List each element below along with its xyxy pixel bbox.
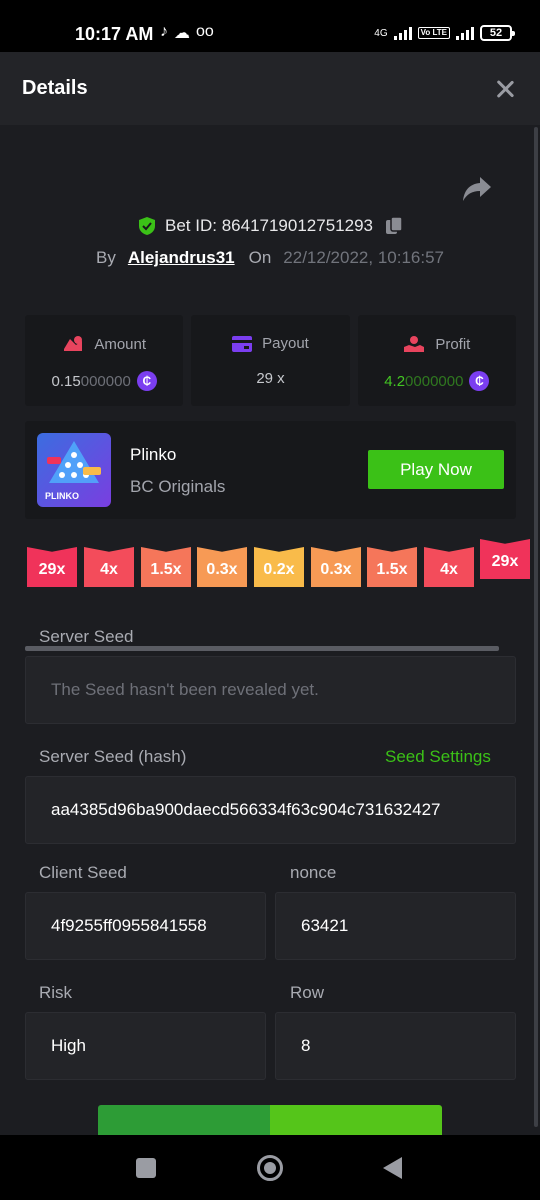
status-time: 10:17 AM bbox=[75, 24, 154, 44]
play-now-button[interactable]: Play Now bbox=[368, 450, 504, 489]
plinko-logo: PLINKO bbox=[45, 441, 101, 501]
client-seed-label: Client Seed bbox=[39, 863, 127, 882]
battery-icon: 52 bbox=[480, 25, 515, 41]
multiplier-row: 29x 4x 1.5x 0.3x 0.2x 0.3x 1.5x 4x 29x bbox=[27, 539, 540, 597]
page-title: Details bbox=[22, 77, 88, 99]
client-seed-field[interactable]: 4f9255ff0955841558 bbox=[25, 892, 266, 960]
verify-button[interactable] bbox=[98, 1105, 442, 1135]
username-link[interactable]: Alejandrus31 bbox=[128, 248, 235, 268]
game-name[interactable]: Plinko bbox=[130, 445, 176, 465]
payout-label: Payout bbox=[262, 335, 309, 352]
signal-icon bbox=[393, 26, 412, 40]
signal-icon-2 bbox=[456, 26, 474, 40]
header: Details bbox=[0, 52, 540, 125]
hand-coin-icon bbox=[404, 336, 425, 352]
bet-id-row: Bet ID: 8641719012751293 bbox=[0, 216, 540, 236]
profit-value-zeros: 0000000 bbox=[405, 372, 464, 390]
on-label: On bbox=[248, 248, 272, 267]
multiplier-chip: 4x bbox=[84, 547, 134, 587]
bet-id: Bet ID: 8641719012751293 bbox=[165, 216, 373, 235]
copy-icon[interactable] bbox=[385, 216, 403, 236]
multiplier-chip: 0.3x bbox=[197, 547, 247, 587]
network-type: 4G bbox=[374, 27, 388, 39]
amount-value-zeros: 000000 bbox=[80, 372, 131, 390]
multiplier-chip: 1.5x bbox=[141, 547, 191, 587]
scrollbar[interactable] bbox=[534, 127, 538, 1127]
risk-label: Risk bbox=[39, 983, 73, 1002]
coins-icon bbox=[64, 336, 83, 351]
coin-icon: ₵ bbox=[469, 371, 490, 391]
server-seed-field: The Seed hasn't been revealed yet. bbox=[25, 656, 516, 724]
risk-field[interactable]: High bbox=[25, 1012, 266, 1080]
stat-profit: Profit 4.20000000 ₵ bbox=[357, 315, 516, 406]
stat-amount: Amount 0.15000000 ₵ bbox=[25, 315, 184, 406]
game-provider: BC Originals bbox=[130, 477, 226, 496]
nonce-label: nonce bbox=[290, 863, 337, 882]
share-icon[interactable] bbox=[462, 175, 492, 203]
bet-byline: By Alejandrus31 On 22/12/2022, 10:16:57 bbox=[0, 248, 540, 268]
nonce-field[interactable]: 63421 bbox=[275, 892, 516, 960]
cloud-icon: ☁ bbox=[174, 25, 190, 42]
multiplier-chip: 1.5x bbox=[367, 547, 417, 587]
server-seed-label: Server Seed bbox=[39, 627, 134, 646]
stat-payout: Payout 29 x bbox=[191, 315, 350, 406]
amount-value: 0.15 bbox=[51, 372, 81, 390]
profit-value: 4.2 bbox=[384, 372, 406, 390]
bet-datetime: 22/12/2022, 10:16:57 bbox=[283, 248, 444, 267]
tiktok-icon: ♪ bbox=[160, 23, 168, 40]
coin-icon: ₵ bbox=[136, 371, 157, 391]
bet-stats: Amount 0.15000000 ₵ Payout 29 x Profit 4… bbox=[25, 315, 516, 406]
voicemail-icon: oo bbox=[196, 23, 214, 40]
card-icon bbox=[232, 335, 253, 352]
verified-shield-icon bbox=[139, 217, 156, 235]
row-field[interactable]: 8 bbox=[275, 1012, 516, 1080]
server-hash-field[interactable]: aa4385d96ba900daecd566334f63c904c7316324… bbox=[25, 776, 516, 844]
home-icon[interactable] bbox=[257, 1155, 283, 1181]
server-hash-label: Server Seed (hash) bbox=[39, 747, 187, 766]
game-card: PLINKO Plinko BC Originals Play Now bbox=[25, 421, 516, 519]
status-notification-icons: ♪ ☁ oo bbox=[160, 23, 214, 43]
bet-details-screen: Details Bet ID: 8641719012751293 By Alej… bbox=[0, 52, 540, 1135]
row-label: Row bbox=[290, 983, 325, 1002]
profit-label: Profit bbox=[435, 335, 471, 353]
multiplier-chip: 0.3x bbox=[311, 547, 361, 587]
multiplier-chip: 29x bbox=[480, 539, 530, 579]
plinko-thumbnail[interactable]: PLINKO bbox=[37, 433, 111, 507]
battery-level: 52 bbox=[489, 27, 503, 39]
amount-label: Amount bbox=[94, 335, 147, 353]
status-system-icons: 4G Vo LTE 52 bbox=[374, 25, 515, 41]
multiplier-chip: 4x bbox=[424, 547, 474, 587]
volte-icon: Vo LTE bbox=[417, 27, 450, 39]
multiplier-chip: 29x bbox=[27, 547, 77, 587]
by-label: By bbox=[96, 248, 116, 267]
plinko-logo-text: PLINKO bbox=[45, 491, 79, 501]
seed-settings-link[interactable]: Seed Settings bbox=[385, 747, 491, 767]
status-bar: 10:17 AM ♪ ☁ oo 4G Vo LTE 52 bbox=[0, 0, 540, 52]
payout-value: 29 x bbox=[256, 370, 285, 387]
close-icon[interactable] bbox=[494, 78, 516, 100]
multiplier-chip: 0.2x bbox=[254, 547, 304, 587]
back-icon[interactable] bbox=[383, 1157, 402, 1179]
android-nav-bar bbox=[0, 1135, 540, 1200]
recent-apps-icon[interactable] bbox=[136, 1158, 156, 1178]
